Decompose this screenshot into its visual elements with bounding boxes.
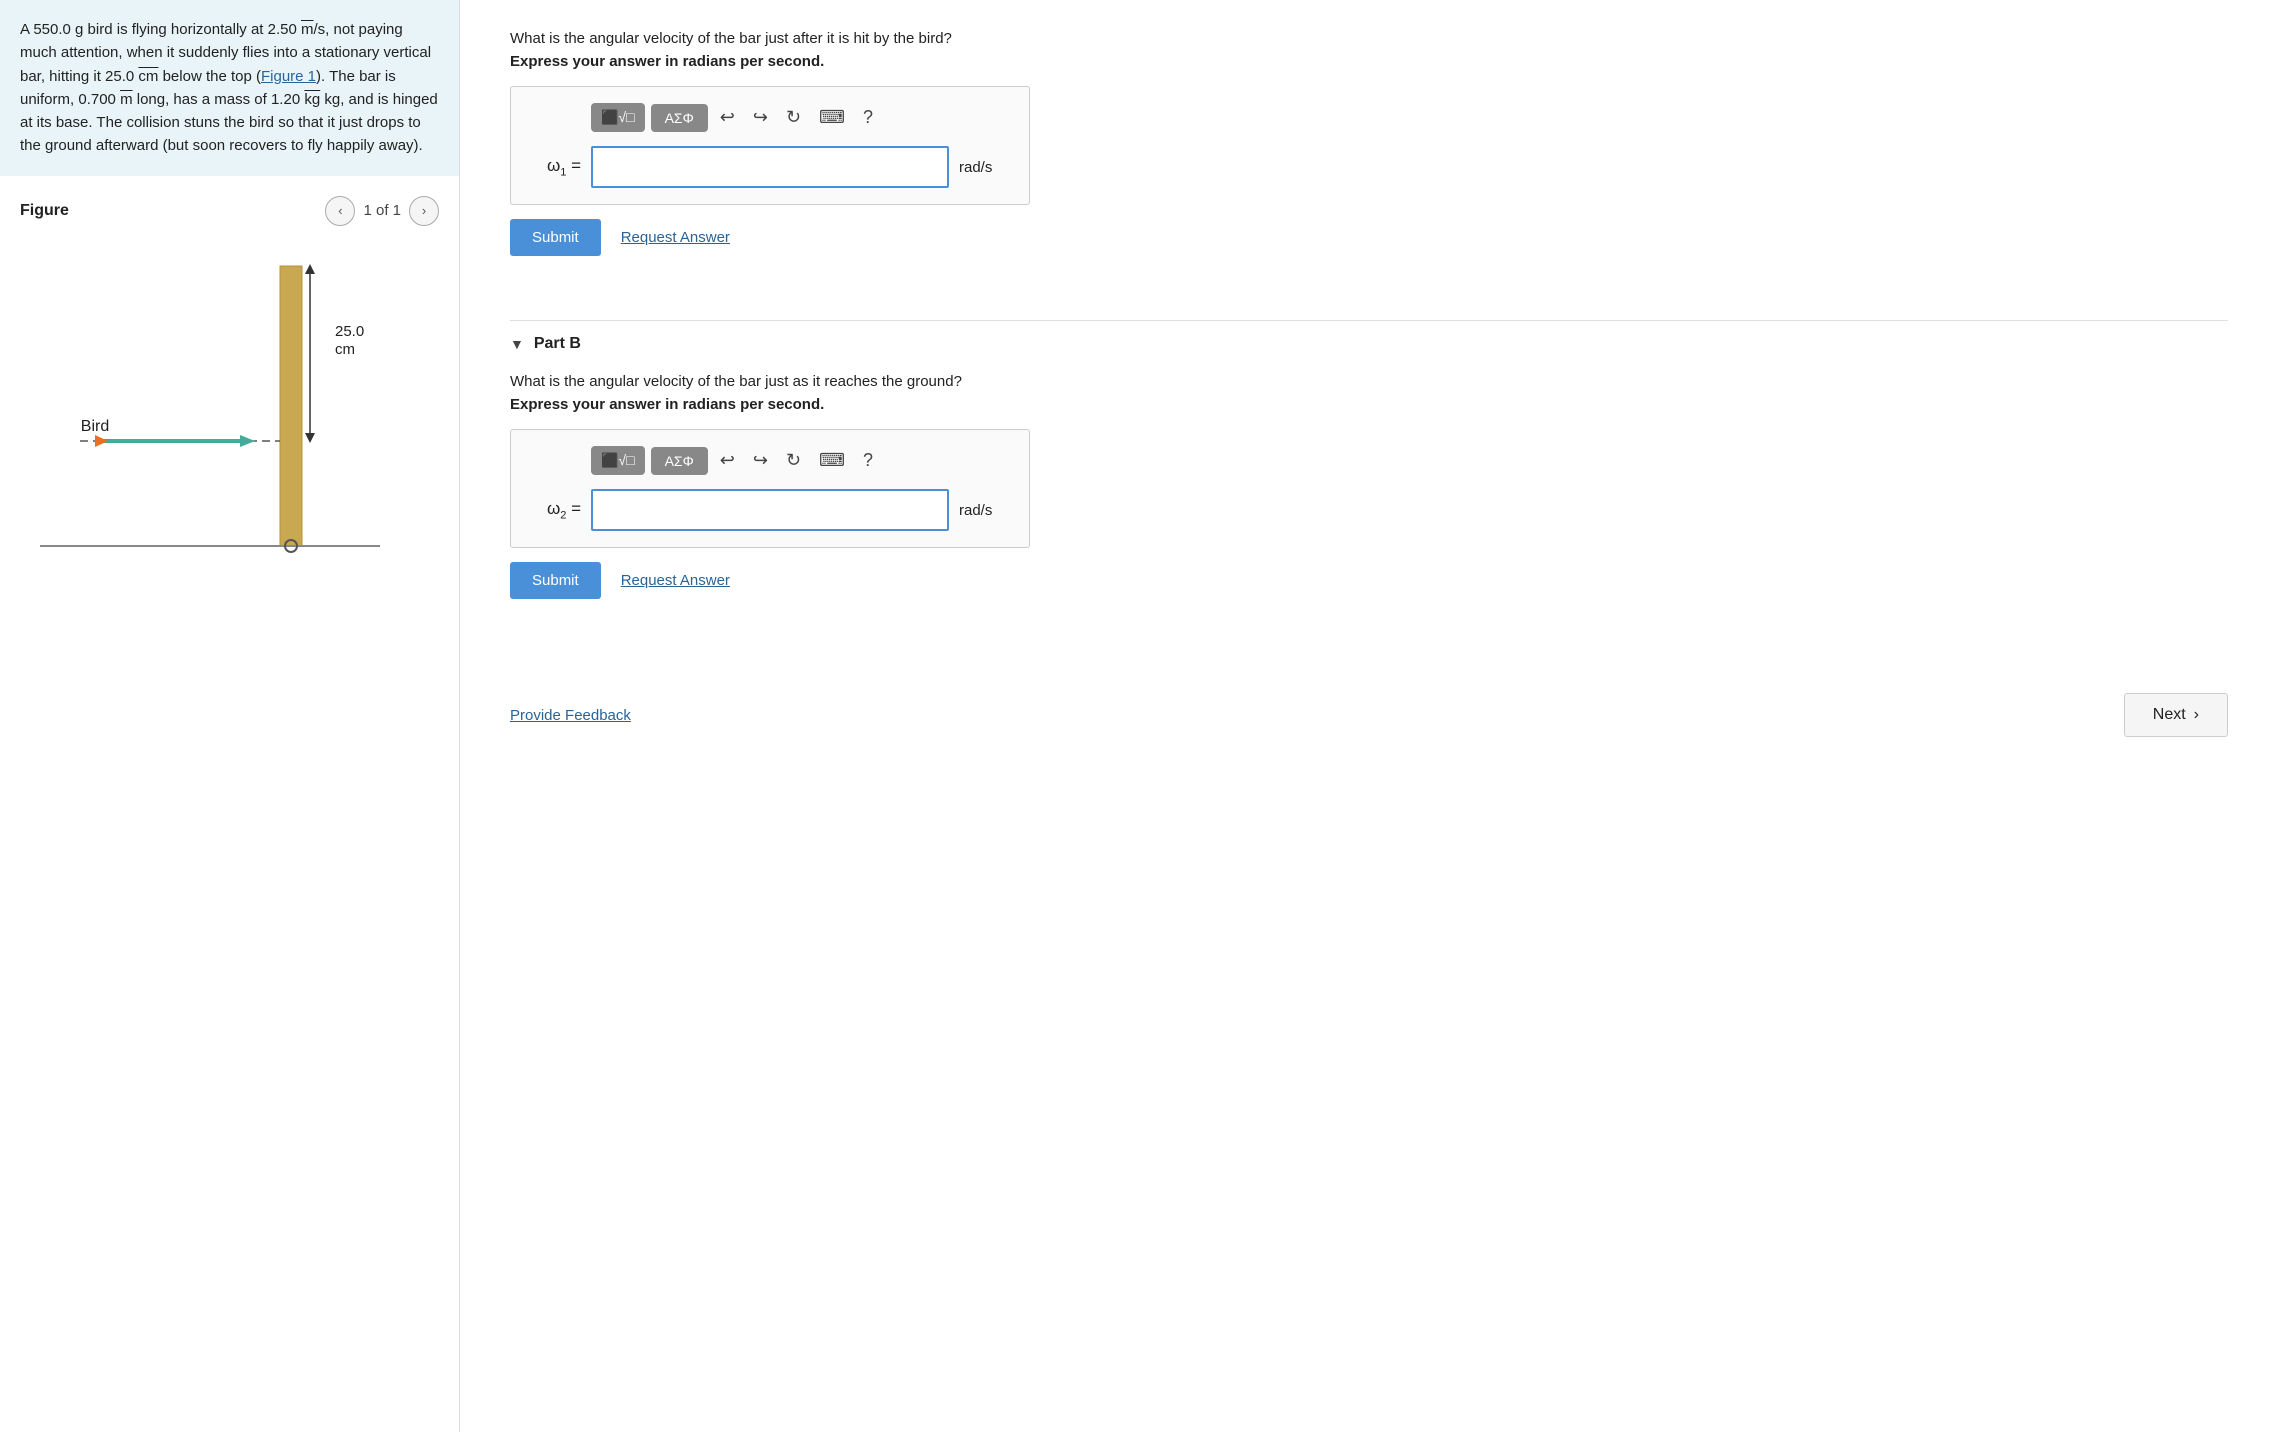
part-a-symbol-btn[interactable]: ΑΣΦ [651, 104, 708, 132]
part-a-express: Express your answer in radians per secon… [510, 53, 2228, 70]
part-b-answer-input[interactable] [591, 489, 949, 531]
figure-prev-btn[interactable]: ‹ [325, 196, 355, 226]
part-b-math-btn[interactable]: ⬛√□ [591, 446, 645, 475]
next-chevron-icon: › [2194, 706, 2199, 724]
part-a-action-row: Submit Request Answer [510, 219, 2228, 256]
figure-title: Figure [20, 202, 69, 220]
part-b-refresh-btn[interactable]: ↻ [780, 446, 807, 475]
part-b-header: ▼ Part B [510, 320, 2228, 373]
part-b-answer-box: ⬛√□ ΑΣΦ ↩ ↪ ↻ ⌨ ? ω2 = rad/s [510, 429, 1030, 548]
part-a-math-btn[interactable]: ⬛√□ [591, 103, 645, 132]
part-a-input-row: ω1 = rad/s [531, 146, 1009, 188]
next-btn[interactable]: Next › [2124, 693, 2228, 737]
part-b-question: What is the angular velocity of the bar … [510, 373, 2228, 390]
part-a-help-btn[interactable]: ? [857, 103, 879, 132]
part-b-undo-btn[interactable]: ↩ [714, 446, 741, 475]
part-b-unit: rad/s [959, 502, 1009, 519]
part-b-symbol-btn[interactable]: ΑΣΦ [651, 447, 708, 475]
part-a-keyboard-btn[interactable]: ⌨ [813, 103, 851, 132]
part-a-undo-btn[interactable]: ↩ [714, 103, 741, 132]
left-panel: A 550.0 g bird is flying horizontally at… [0, 0, 460, 1432]
svg-text:25.0: 25.0 [335, 323, 364, 340]
part-a-answer-input[interactable] [591, 146, 949, 188]
part-a-section: What is the angular velocity of the bar … [510, 30, 2228, 280]
part-b-toolbar: ⬛√□ ΑΣΦ ↩ ↪ ↻ ⌨ ? [531, 446, 1009, 475]
part-a-request-answer-btn[interactable]: Request Answer [621, 229, 730, 246]
svg-text:cm: cm [335, 341, 355, 358]
problem-text: A 550.0 g bird is flying horizontally at… [0, 0, 459, 176]
part-b-collapse-arrow[interactable]: ▼ [510, 336, 524, 352]
part-b-input-row: ω2 = rad/s [531, 489, 1009, 531]
part-b-section: What is the angular velocity of the bar … [510, 373, 2228, 623]
part-a-unit: rad/s [959, 159, 1009, 176]
part-a-answer-box: ⬛√□ ΑΣΦ ↩ ↪ ↻ ⌨ ? ω1 = rad/s [510, 86, 1030, 205]
part-b-keyboard-btn[interactable]: ⌨ [813, 446, 851, 475]
part-a-redo-btn[interactable]: ↪ [747, 103, 774, 132]
part-b-action-row: Submit Request Answer [510, 562, 2228, 599]
part-b-label: Part B [534, 335, 581, 353]
figure-area: Figure ‹ 1 of 1 › [0, 176, 459, 1432]
figure-page: 1 of 1 [363, 202, 401, 219]
figure-link[interactable]: Figure 1 [261, 68, 316, 85]
bottom-bar: Provide Feedback Next › [510, 673, 2228, 737]
svg-text:Bird: Bird [81, 418, 109, 435]
figure-next-btn[interactable]: › [409, 196, 439, 226]
part-b-request-answer-btn[interactable]: Request Answer [621, 572, 730, 589]
part-b-express: Express your answer in radians per secon… [510, 396, 2228, 413]
figure-diagram: Bird 25.0 cm [20, 236, 439, 580]
part-b-help-btn[interactable]: ? [857, 446, 879, 475]
part-b-submit-btn[interactable]: Submit [510, 562, 601, 599]
provide-feedback-btn[interactable]: Provide Feedback [510, 707, 631, 724]
part-b-omega-label: ω2 = [531, 499, 581, 521]
part-a-refresh-btn[interactable]: ↻ [780, 103, 807, 132]
right-panel: What is the angular velocity of the bar … [460, 0, 2278, 1432]
part-a-omega-label: ω1 = [531, 156, 581, 178]
part-a-toolbar: ⬛√□ ΑΣΦ ↩ ↪ ↻ ⌨ ? [531, 103, 1009, 132]
next-btn-label: Next [2153, 706, 2186, 724]
figure-nav: ‹ 1 of 1 › [325, 196, 439, 226]
figure-header: Figure ‹ 1 of 1 › [20, 196, 439, 226]
part-b-redo-btn[interactable]: ↪ [747, 446, 774, 475]
part-a-submit-btn[interactable]: Submit [510, 219, 601, 256]
part-a-question: What is the angular velocity of the bar … [510, 30, 2228, 47]
